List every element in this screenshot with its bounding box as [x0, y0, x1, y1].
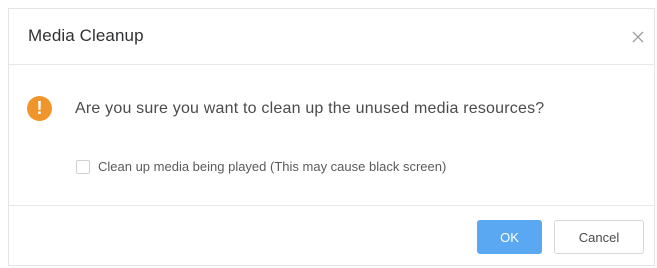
cancel-button[interactable]: Cancel — [554, 220, 644, 254]
dialog-footer: OK Cancel — [9, 205, 654, 265]
confirmation-message: Are you sure you want to clean up the un… — [75, 100, 545, 117]
clean-playing-media-checkbox[interactable] — [76, 159, 90, 174]
clean-playing-media-option[interactable]: Clean up media being played (This may ca… — [76, 159, 446, 174]
media-cleanup-dialog: Media Cleanup ! Are you sure you want to… — [8, 8, 655, 266]
clean-playing-media-label[interactable]: Clean up media being played (This may ca… — [98, 159, 446, 174]
close-icon[interactable] — [630, 29, 646, 45]
dialog-body: ! Are you sure you want to clean up the … — [9, 65, 654, 205]
ok-button[interactable]: OK — [477, 220, 542, 254]
dialog-header: Media Cleanup — [9, 9, 654, 65]
exclamation-icon: ! — [27, 96, 52, 121]
dialog-title: Media Cleanup — [28, 26, 144, 45]
